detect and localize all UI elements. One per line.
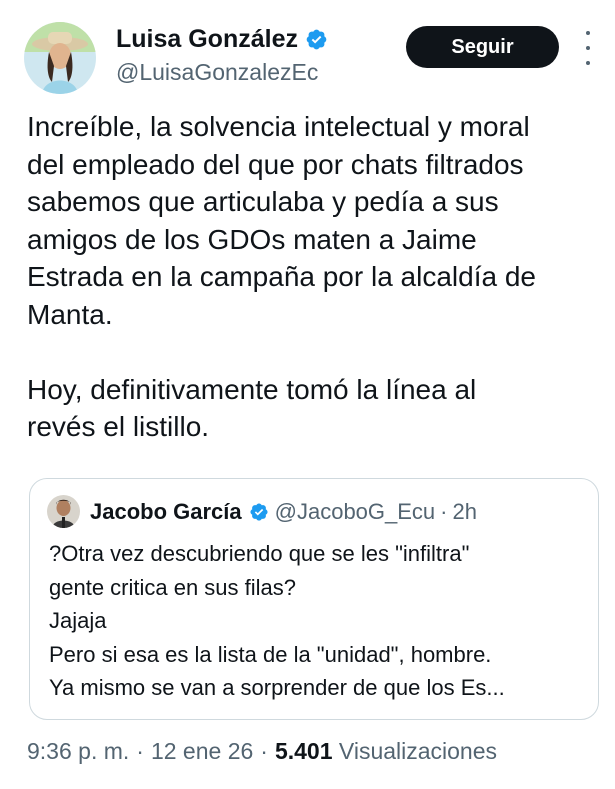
- dot: [586, 31, 590, 35]
- author-name-row: Luisa González: [116, 24, 328, 54]
- verified-badge-icon[interactable]: [249, 502, 269, 522]
- views-label: Visualizaciones: [338, 738, 498, 764]
- quoted-tweet[interactable]: Jacobo García @JacoboG_Ecu · 2h ?Otra ve…: [29, 478, 599, 720]
- quoted-text-line: Pero si esa es la lista de la "unidad", …: [49, 641, 492, 667]
- quoted-separator: ·: [440, 498, 448, 524]
- quoted-handle[interactable]: @JacoboG_Ecu: [275, 499, 436, 525]
- author-display-name[interactable]: Luisa González: [116, 24, 298, 54]
- quoted-text-line: Jajaja: [49, 608, 107, 634]
- quoted-header: Jacobo García @JacoboG_Ecu · 2h: [90, 495, 477, 528]
- dot: [586, 61, 590, 65]
- meta-separator: ·: [260, 738, 268, 764]
- follow-button[interactable]: Seguir: [406, 26, 559, 68]
- tweet-meta: 9:36 p. m. · 12 ene 26 · 5.401 Visualizacion…: [27, 735, 497, 767]
- more-options-icon[interactable]: [578, 31, 598, 65]
- quoted-display-name[interactable]: Jacobo García: [90, 499, 242, 525]
- tweet-header: Luisa González @LuisaGonzalezEc Seguir: [0, 0, 615, 100]
- meta-separator: ·: [136, 738, 144, 764]
- verified-badge-icon[interactable]: [305, 28, 328, 51]
- dot: [586, 46, 590, 50]
- tweet-paragraph: Hoy, definitivamente tomó la línea al re…: [27, 373, 477, 443]
- quoted-timestamp[interactable]: 2h: [453, 499, 477, 525]
- views-count: 5.401: [274, 738, 333, 764]
- quoted-text-line: Ya mismo se van a sorprender de que los …: [49, 675, 505, 701]
- author-avatar[interactable]: [24, 22, 96, 94]
- tweet-paragraph: Increíble, la solvencia intelectual y mo…: [27, 111, 536, 330]
- tweet-date[interactable]: 12 ene 26: [151, 738, 253, 764]
- tweet-time[interactable]: 9:36 p. m.: [27, 738, 129, 764]
- quoted-text-line: gente critica en sus filas?: [49, 574, 297, 600]
- tweet-text: Increíble, la solvencia intelectual y mo…: [27, 108, 602, 446]
- author-handle[interactable]: @LuisaGonzalezEc: [116, 58, 318, 86]
- quoted-text: ?Otra vez descubriendo que se les "infil…: [49, 537, 589, 705]
- quoted-author-avatar[interactable]: [47, 495, 80, 528]
- quoted-text-line: ?Otra vez descubriendo que se les "infil…: [49, 541, 470, 566]
